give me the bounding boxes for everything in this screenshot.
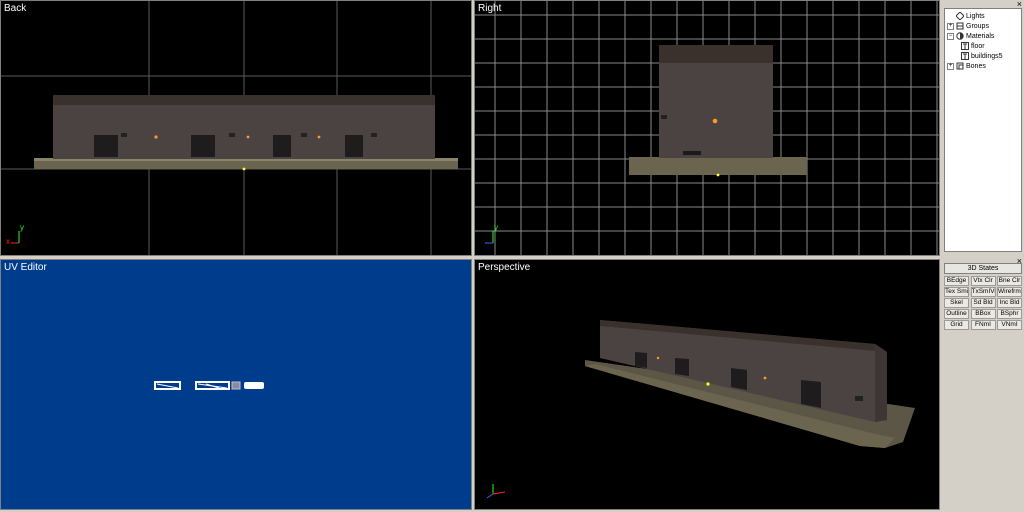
tree-item-label: Groups <box>966 22 989 30</box>
back-view-canvas[interactable] <box>1 1 472 256</box>
states-panel-title[interactable]: 3D States <box>944 263 1022 274</box>
texture-icon <box>961 42 969 50</box>
viewport-perspective-title: Perspective <box>478 262 531 273</box>
viewport-right[interactable]: Right y <box>474 0 940 256</box>
bone-icon <box>956 62 964 70</box>
light-icon <box>955 11 965 21</box>
tree-expander-icon[interactable]: + <box>947 22 954 30</box>
state-button-bsphr[interactable]: BSphr <box>997 309 1022 319</box>
tree-item-lights[interactable]: Lights <box>947 11 985 21</box>
state-button-skel[interactable]: Skel <box>944 298 969 308</box>
perspective-canvas[interactable] <box>475 260 940 510</box>
perspective-axis-gizmo <box>486 484 506 499</box>
tree-connector <box>947 12 954 20</box>
scene-tree: Lights + Groups − Materials floor buildings5 + B… <box>944 8 1022 252</box>
tree-item-buildings5[interactable]: buildings5 <box>961 51 1003 61</box>
uv-canvas[interactable] <box>1 260 472 510</box>
state-button-wirefrme[interactable]: Wirefrme <box>997 287 1022 297</box>
viewport-uv-title: UV Editor <box>4 262 47 273</box>
state-button-sd-bld[interactable]: Sd Bld <box>970 298 996 308</box>
tree-item-label: Materials <box>966 32 995 40</box>
material-icon <box>956 32 964 40</box>
tree-item-groups[interactable]: + Groups <box>947 21 989 31</box>
tree-expander-icon[interactable]: + <box>947 62 954 70</box>
viewport-uv-editor[interactable]: UV Editor <box>0 259 472 510</box>
tree-item-materials[interactable]: − Materials <box>947 31 994 41</box>
state-button-bne-clr[interactable]: Bne Clr <box>997 276 1022 286</box>
state-button-inc-bld[interactable]: Inc Bld <box>997 298 1022 308</box>
scene-panel-close-button[interactable]: × <box>1017 0 1022 9</box>
state-button-txsmivr[interactable]: TxSmIVr <box>970 287 996 297</box>
tree-item-label: Bones <box>966 62 986 70</box>
scene-panel: × Lights + Groups − Materials floor buildings5… <box>941 0 1024 256</box>
tree-item-label: buildings5 <box>971 52 1003 60</box>
viewport-right-title: Right <box>478 3 502 14</box>
state-button-outline[interactable]: Outline <box>944 309 969 319</box>
state-button-grid[interactable]: Grid <box>944 320 969 330</box>
back-axis-gizmo <box>11 231 20 244</box>
state-button-bbox[interactable]: BBox <box>970 309 996 319</box>
right-view-canvas[interactable] <box>475 1 940 256</box>
group-icon <box>956 22 964 30</box>
tree-item-label: floor <box>971 42 985 50</box>
tree-item-bones[interactable]: + Bones <box>947 61 986 71</box>
viewport-perspective[interactable]: Perspective <box>474 259 940 510</box>
app-window: Back y x Right y UV Editor Perspective ×… <box>0 0 1024 512</box>
state-button-bedge[interactable]: BEdge <box>944 276 969 286</box>
tree-expander-icon[interactable]: − <box>947 32 954 40</box>
back-axis-y-label: y <box>20 223 24 232</box>
state-button-vtx-clr[interactable]: Vtx Clr <box>970 276 996 286</box>
back-building-model <box>34 95 458 171</box>
states-panel: × 3D States BEdge Vtx Clr Bne Clr Tex Smi Tx… <box>941 257 1024 510</box>
state-button-fnmi[interactable]: FNmI <box>970 320 996 330</box>
right-axis-gizmo <box>485 231 494 244</box>
perspective-building-model <box>585 320 915 448</box>
state-button-vnmi[interactable]: VNmI <box>997 320 1022 330</box>
viewport-back[interactable]: Back y x <box>0 0 472 256</box>
uv-islands <box>154 381 264 390</box>
right-axis-y-label: y <box>494 223 498 232</box>
tree-item-label: Lights <box>966 12 985 20</box>
viewport-back-title: Back <box>4 3 27 14</box>
state-button-tex-smi[interactable]: Tex Smi <box>944 287 969 297</box>
texture-icon <box>961 52 969 60</box>
tree-item-floor[interactable]: floor <box>961 41 985 51</box>
back-axis-x-label: x <box>6 237 10 246</box>
